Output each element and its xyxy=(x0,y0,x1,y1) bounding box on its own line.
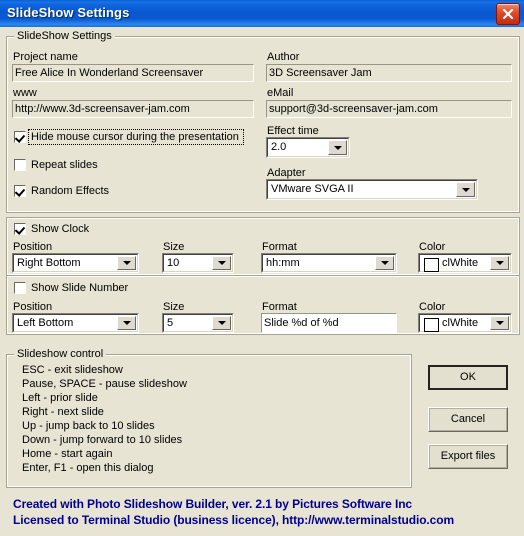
www-label: www xyxy=(13,87,37,99)
chevron-down-icon xyxy=(217,261,226,265)
chevron-down-icon xyxy=(380,261,389,265)
title-bar: SlideShow Settings xyxy=(0,0,524,28)
chevron-down-icon xyxy=(461,187,470,192)
clock-position-label: Position xyxy=(13,241,53,253)
effect-time-dropdown-button[interactable] xyxy=(328,140,347,155)
slide-position-combo[interactable]: Left Bottom xyxy=(12,313,139,333)
effect-time-value: 2.0 xyxy=(271,141,287,153)
export-files-button-label: Export files xyxy=(440,450,496,462)
clock-size-label: Size xyxy=(163,241,185,253)
slide-color-value: clWhite xyxy=(442,317,479,329)
clock-format-combo[interactable]: hh:mm xyxy=(261,253,397,273)
close-button[interactable] xyxy=(496,3,520,25)
slideshow-control-legend: Slideshow control xyxy=(14,348,107,360)
project-name-input[interactable] xyxy=(12,64,254,82)
ok-button-label: OK xyxy=(460,371,476,383)
window-title: SlideShow Settings xyxy=(7,5,130,20)
slide-format-label: Format xyxy=(262,301,297,313)
email-input[interactable] xyxy=(266,100,512,118)
show-clock-label: Show Clock xyxy=(31,223,90,235)
adapter-value: VMware SVGA II xyxy=(271,183,354,195)
cancel-button-label: Cancel xyxy=(450,413,486,425)
hide-mouse-cursor-checkbox[interactable] xyxy=(14,131,26,143)
clock-size-dropdown-button[interactable] xyxy=(212,256,231,270)
control-line: Down - jump forward to 10 slides xyxy=(22,434,183,446)
footer-line-2: Licensed to Terminal Studio (business li… xyxy=(13,513,455,527)
adapter-combo[interactable]: VMware SVGA II xyxy=(266,179,478,200)
random-effects-label: Random Effects xyxy=(31,185,110,197)
repeat-slides-checkbox[interactable] xyxy=(14,159,26,171)
show-clock-checkbox[interactable] xyxy=(14,223,26,235)
clock-color-combo[interactable]: clWhite xyxy=(418,253,512,273)
clock-size-value: 10 xyxy=(167,257,180,269)
slide-size-label: Size xyxy=(163,301,185,313)
control-line: Pause, SPACE - pause slideshow xyxy=(22,378,187,390)
chevron-down-icon xyxy=(122,321,131,325)
effect-time-combo[interactable]: 2.0 xyxy=(266,137,350,158)
clock-format-value: hh:mm xyxy=(266,257,300,269)
cancel-button[interactable]: Cancel xyxy=(428,407,508,432)
control-line: Home - start again xyxy=(22,448,113,460)
author-label: Author xyxy=(267,51,300,63)
author-input[interactable] xyxy=(266,64,512,82)
repeat-slides-label: Repeat slides xyxy=(31,159,98,171)
chevron-down-icon xyxy=(495,261,504,265)
slide-position-label: Position xyxy=(13,301,53,313)
clock-position-combo[interactable]: Right Bottom xyxy=(12,253,139,273)
slide-size-value: 5 xyxy=(167,317,174,329)
chevron-down-icon xyxy=(122,261,131,265)
control-line: Enter, F1 - open this dialog xyxy=(22,462,154,474)
clock-color-label: Color xyxy=(419,241,446,253)
email-label: eMail xyxy=(267,87,294,99)
slide-color-label: Color xyxy=(419,301,446,313)
slide-color-dropdown-button[interactable] xyxy=(490,316,509,330)
random-effects-checkbox[interactable] xyxy=(14,185,26,197)
slide-size-combo[interactable]: 5 xyxy=(162,313,234,333)
effect-time-label: Effect time xyxy=(267,125,319,137)
control-line: Up - jump back to 10 slides xyxy=(22,420,155,432)
slide-color-combo[interactable]: clWhite xyxy=(418,313,512,333)
clock-size-combo[interactable]: 10 xyxy=(162,253,234,273)
chevron-down-icon xyxy=(333,145,342,150)
clock-position-value: Right Bottom xyxy=(17,257,81,269)
show-slide-number-checkbox[interactable] xyxy=(14,282,26,294)
chevron-down-icon xyxy=(495,321,504,325)
chevron-down-icon xyxy=(217,321,226,325)
slideshow-settings-legend: SlideShow Settings xyxy=(14,30,115,42)
dialog-body: SlideShow Settings Project name www Auth… xyxy=(0,27,524,536)
adapter-dropdown-button[interactable] xyxy=(456,182,475,197)
clock-position-dropdown-button[interactable] xyxy=(117,256,136,270)
slide-size-dropdown-button[interactable] xyxy=(212,316,231,330)
clock-format-label: Format xyxy=(262,241,297,253)
slide-position-value: Left Bottom xyxy=(17,317,74,329)
slide-position-dropdown-button[interactable] xyxy=(117,316,136,330)
www-input[interactable] xyxy=(12,100,254,118)
clock-color-value: clWhite xyxy=(442,257,479,269)
project-name-label: Project name xyxy=(13,51,78,63)
ok-button[interactable]: OK xyxy=(428,365,508,390)
clock-color-dropdown-button[interactable] xyxy=(490,256,509,270)
control-line: Left - prior slide xyxy=(22,392,98,404)
export-files-button[interactable]: Export files xyxy=(428,444,508,469)
slide-format-input[interactable] xyxy=(261,313,397,333)
hide-mouse-cursor-label: Hide mouse cursor during the presentatio… xyxy=(31,131,239,143)
show-slide-number-label: Show Slide Number xyxy=(31,282,129,294)
clock-format-dropdown-button[interactable] xyxy=(375,256,394,270)
adapter-label: Adapter xyxy=(267,167,306,179)
clock-color-swatch xyxy=(424,258,439,272)
footer-line-1: Created with Photo Slideshow Builder, ve… xyxy=(13,497,413,511)
control-line: ESC - exit slideshow xyxy=(22,364,123,376)
slide-color-swatch xyxy=(424,318,439,332)
control-line: Right - next slide xyxy=(22,406,104,418)
